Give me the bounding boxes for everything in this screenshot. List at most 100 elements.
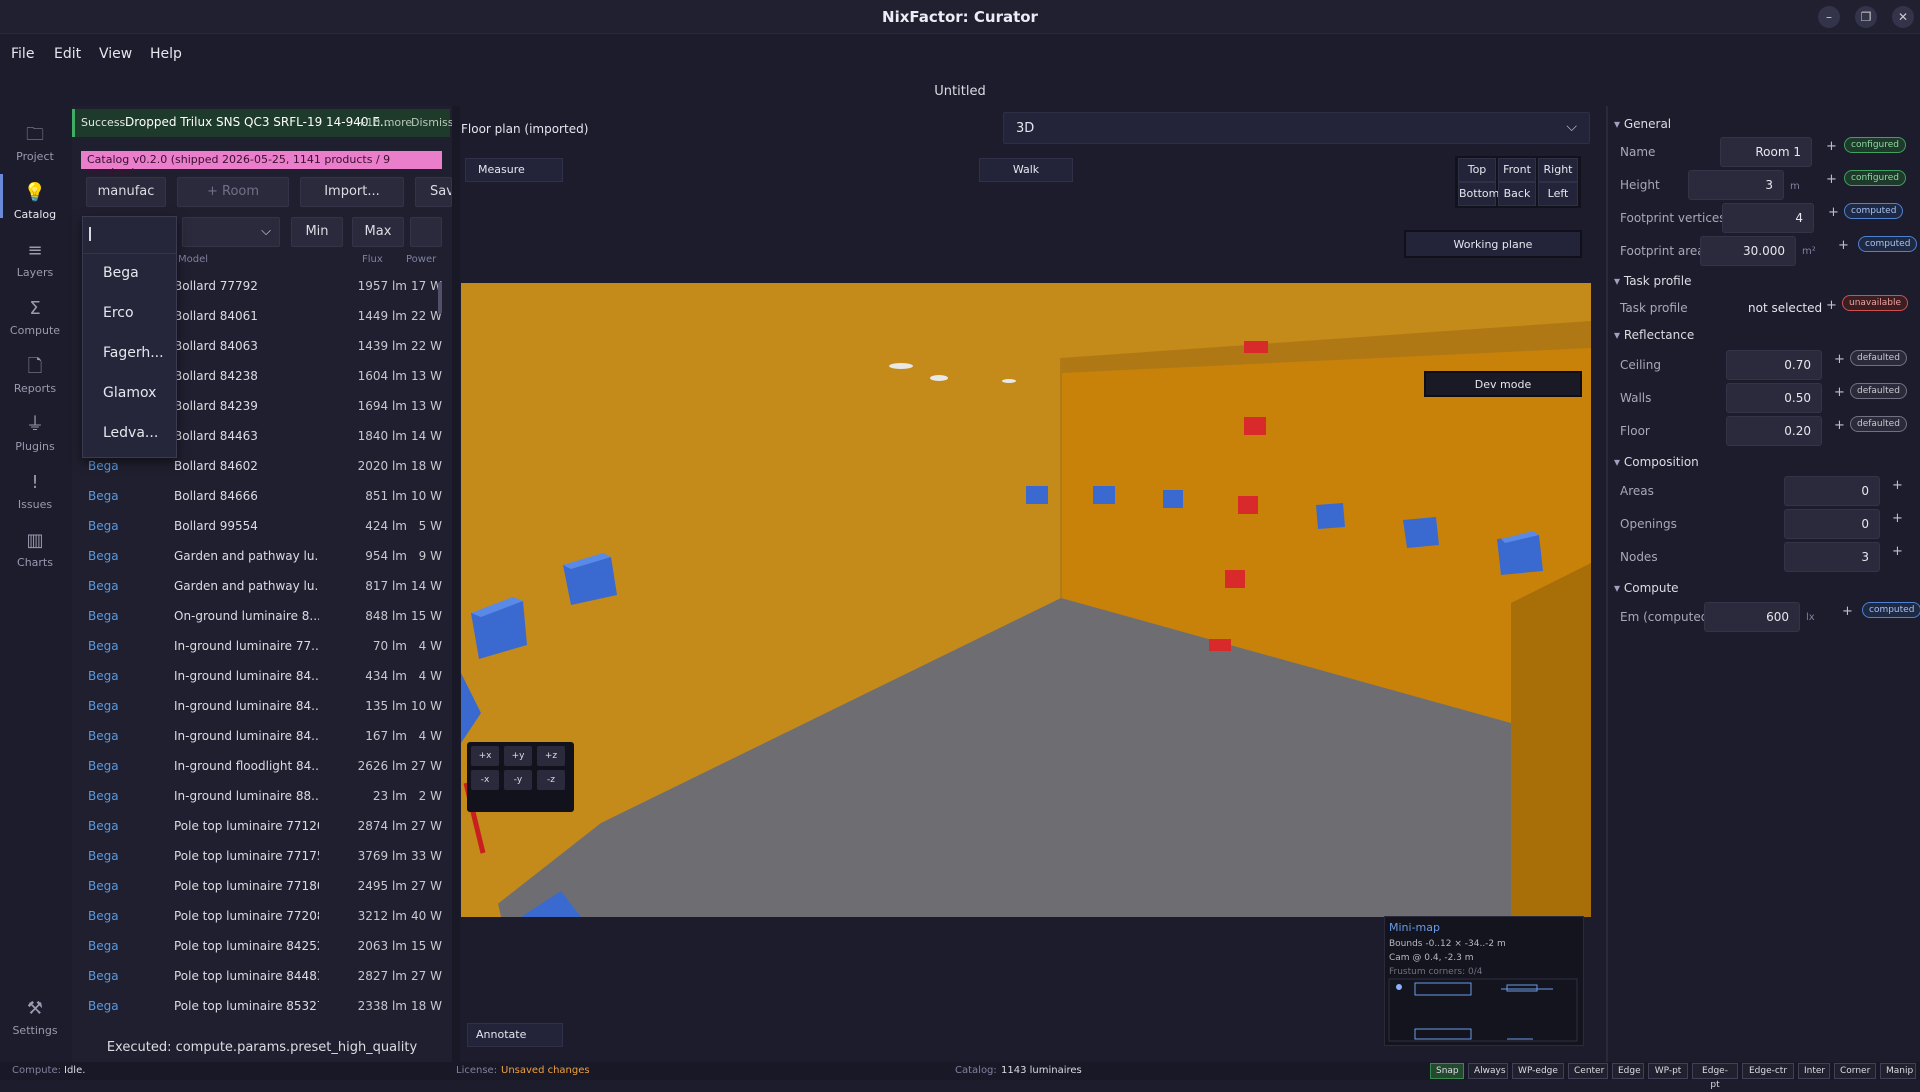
measure-button[interactable]: Measure [465, 158, 563, 182]
name-plus-button[interactable]: + [1826, 139, 1837, 154]
table-row[interactable]: Bega In-ground luminaire 88... 23 lm 2 W [72, 782, 442, 812]
dropdown-option[interactable]: Erco [103, 305, 134, 321]
area-plus-button[interactable]: + [1838, 238, 1849, 253]
section-compute[interactable]: Compute [1614, 581, 1679, 599]
toast-more-link[interactable]: +10 more [357, 116, 412, 129]
table-row[interactable]: Bega Bollard 99554 424 lm 5 W [72, 512, 442, 542]
axis-minus-x-button[interactable]: -x [471, 770, 499, 790]
minimize-icon[interactable]: – [1818, 6, 1840, 28]
task-plus-button[interactable]: + [1826, 298, 1837, 313]
table-row[interactable]: Bega In-ground luminaire 77... 70 lm 4 W [72, 632, 442, 662]
table-row[interactable]: Bega Pole top luminaire 85327 2338 lm 18 W [72, 992, 442, 1022]
openings-input[interactable]: 0 [1784, 509, 1880, 539]
add-room-button[interactable]: + Room [177, 177, 289, 207]
rail-project[interactable]: 🗀 Project [0, 116, 70, 172]
table-row[interactable]: Bega In-ground floodlight 84... 2626 lm 27 … [72, 752, 442, 782]
nodes-input[interactable]: 3 [1784, 542, 1880, 572]
table-row[interactable]: Bega In-ground luminaire 84... 167 lm 4 W [72, 722, 442, 752]
section-reflectance[interactable]: Reflectance [1614, 328, 1694, 346]
dropdown-option[interactable]: Fagerh... [103, 345, 164, 361]
height-plus-button[interactable]: + [1826, 172, 1837, 187]
vertices-plus-button[interactable]: + [1828, 205, 1839, 220]
rail-reports[interactable]: 🗋 Reports [0, 348, 70, 404]
walk-button[interactable]: Walk [979, 158, 1073, 182]
em-input[interactable]: 600 [1704, 602, 1800, 632]
nodes-plus-button[interactable]: + [1892, 544, 1903, 559]
dropdown-option[interactable]: Glamox [103, 385, 156, 401]
floor-input[interactable]: 0.20 [1726, 416, 1822, 446]
table-row[interactable]: Bega Garden and pathway lu... 954 lm 9 W [72, 542, 442, 572]
snap-toggle-inter[interactable]: Inter [1798, 1063, 1830, 1079]
annotate-button[interactable]: Annotate [467, 1023, 563, 1047]
vertices-input[interactable]: 4 [1722, 203, 1814, 233]
extra-filter-input[interactable] [410, 217, 442, 247]
3d-viewport[interactable] [461, 283, 1591, 917]
snap-toggle-manip[interactable]: Manip [1880, 1063, 1916, 1079]
axis-minus-y-button[interactable]: -y [504, 770, 532, 790]
snap-toggle-corner[interactable]: Corner [1834, 1063, 1876, 1079]
section-task-profile[interactable]: Task profile [1614, 274, 1692, 292]
floor-plus-button[interactable]: + [1834, 418, 1845, 433]
save-button[interactable]: Sav [415, 177, 452, 207]
name-input[interactable]: Room 1 [1720, 137, 1812, 167]
snap-toggle-edge-pt[interactable]: Edge-pt [1692, 1063, 1738, 1090]
snap-toggle-wp-edge[interactable]: WP-edge [1512, 1063, 1564, 1079]
menu-edit[interactable]: Edit [54, 46, 81, 62]
ceiling-plus-button[interactable]: + [1834, 352, 1845, 367]
snap-toggle-snap[interactable]: Snap [1430, 1063, 1464, 1079]
table-row[interactable]: Bega In-ground luminaire 84... 135 lm 10 W [72, 692, 442, 722]
snap-toggle-center[interactable]: Center [1568, 1063, 1608, 1079]
toast-dismiss-button[interactable]: Dismiss [411, 116, 454, 129]
axis-minus-z-button[interactable]: -z [537, 770, 565, 790]
section-general[interactable]: General [1614, 117, 1671, 135]
max-input[interactable]: Max [352, 217, 404, 247]
area-input[interactable]: 30.000 [1700, 236, 1796, 266]
table-row[interactable]: Bega On-ground luminaire 8... 848 lm 15 W [72, 602, 442, 632]
menu-view[interactable]: View [99, 46, 132, 62]
view-back-button[interactable]: Back [1498, 182, 1536, 206]
axis-plus-y-button[interactable]: +y [504, 746, 532, 766]
working-plane-button[interactable]: Working plane [1404, 230, 1582, 258]
room-scene[interactable] [461, 283, 1591, 917]
walls-plus-button[interactable]: + [1834, 385, 1845, 400]
min-input[interactable]: Min [291, 217, 343, 247]
table-row[interactable]: Bega Pole top luminaire 84252 2063 lm 15 W [72, 932, 442, 962]
column-flux[interactable]: Flux [362, 254, 383, 265]
view-left-button[interactable]: Left [1538, 182, 1578, 206]
close-icon[interactable]: ✕ [1892, 6, 1914, 28]
rail-plugins[interactable]: ⏚ Plugins [0, 406, 70, 462]
table-scrollbar[interactable] [438, 282, 442, 314]
snap-toggle-edge[interactable]: Edge [1612, 1063, 1644, 1079]
table-row[interactable]: Bega Pole top luminaire 77180 2495 lm 27 W [72, 872, 442, 902]
areas-plus-button[interactable]: + [1892, 478, 1903, 493]
minimap-canvas[interactable] [1387, 977, 1581, 1043]
table-row[interactable]: Bega Pole top luminaire 77120 2874 lm 27 W [72, 812, 442, 842]
table-row[interactable]: Bega Garden and pathway lu... 817 lm 14 W [72, 572, 442, 602]
rail-charts[interactable]: ▥ Charts [0, 522, 70, 578]
rail-catalog[interactable]: 💡 Catalog [0, 174, 70, 230]
dev-mode-button[interactable]: Dev mode [1424, 371, 1582, 397]
view-right-button[interactable]: Right [1538, 158, 1578, 182]
view-mode-select[interactable]: 3D ⌵ [1003, 112, 1590, 144]
menu-file[interactable]: File [11, 46, 34, 62]
axis-plus-x-button[interactable]: +x [471, 746, 499, 766]
height-input[interactable]: 3 [1688, 170, 1784, 200]
view-bottom-button[interactable]: Bottom [1458, 182, 1499, 206]
import-button[interactable]: Import... [300, 177, 404, 207]
dropdown-option[interactable]: Ledva... [103, 425, 158, 441]
snap-toggle-edge-ctr[interactable]: Edge-ctr [1742, 1063, 1794, 1079]
table-row[interactable]: Bega Pole top luminaire 77208 3212 lm 40 W [72, 902, 442, 932]
walls-input[interactable]: 0.50 [1726, 383, 1822, 413]
em-plus-button[interactable]: + [1842, 604, 1853, 619]
ceiling-input[interactable]: 0.70 [1726, 350, 1822, 380]
task-profile-value[interactable]: not selected [1748, 301, 1822, 315]
filter-field-select[interactable]: manufac [86, 177, 166, 207]
table-row[interactable]: Bega Pole top luminaire 77175 3769 lm 33 W [72, 842, 442, 872]
snap-toggle-wp-pt[interactable]: WP-pt [1648, 1063, 1688, 1079]
areas-input[interactable]: 0 [1784, 476, 1880, 506]
view-top-button[interactable]: Top [1458, 158, 1496, 182]
panel-splitter[interactable] [452, 106, 460, 1062]
column-model[interactable]: Model [178, 254, 208, 265]
column-power[interactable]: Power [406, 254, 436, 265]
axis-plus-z-button[interactable]: +z [537, 746, 565, 766]
